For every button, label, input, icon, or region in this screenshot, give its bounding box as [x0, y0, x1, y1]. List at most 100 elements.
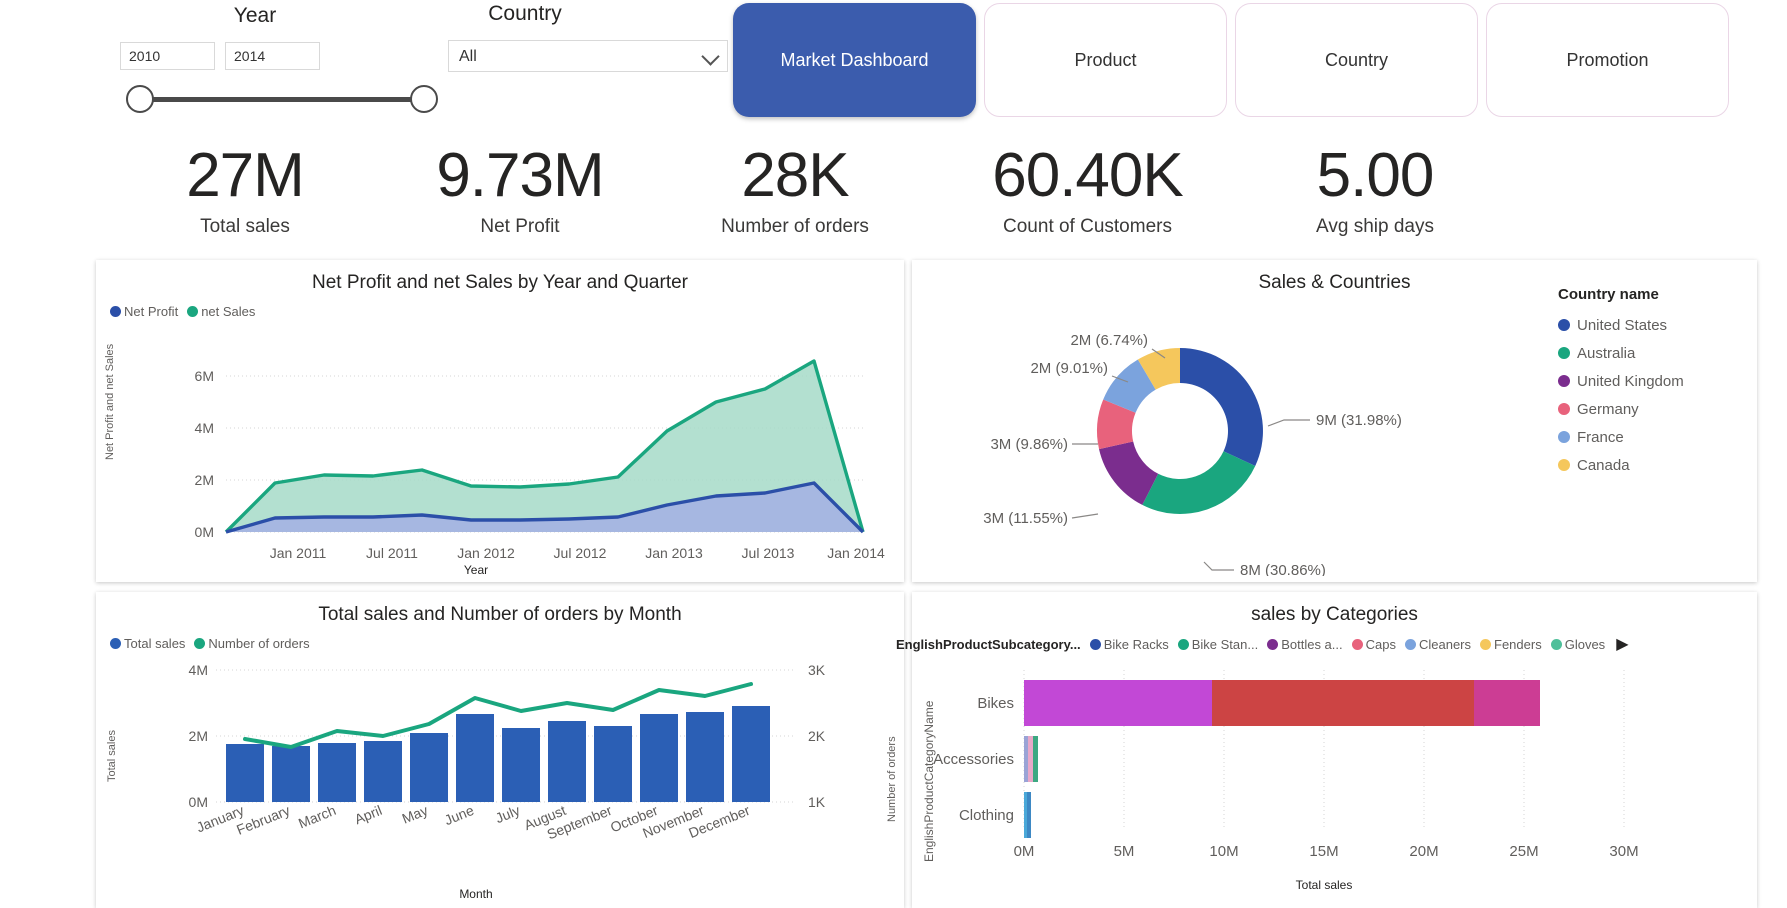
legend-item-total-sales[interactable]: Total sales [110, 636, 185, 651]
legend-swatch [1267, 638, 1279, 650]
categories-chart-x-axis-title: Total sales [1295, 878, 1353, 892]
donut-legend-title: Country name [1558, 286, 1659, 303]
area-chart-title: Net Profit and net Sales by Year and Qua… [311, 272, 688, 293]
kpi-number-of-orders[interactable]: 28K Number of orders [670, 140, 920, 238]
legend-item-united-kingdom[interactable]: United Kingdom [1558, 367, 1684, 395]
legend-item-fenders[interactable]: Fenders [1480, 637, 1542, 652]
donut-label-united-kingdom: 3M (11.55%) [983, 510, 1068, 527]
legend-next-arrow-icon[interactable]: ▶ [1616, 634, 1628, 654]
month-chart-legend: Total sales Number of orders [110, 636, 316, 651]
tab-label: Product [1074, 49, 1137, 70]
categories-chart-title: sales by Categories [1251, 604, 1418, 625]
legend-swatch [1558, 459, 1570, 471]
legend-label: Bike Racks [1103, 636, 1169, 652]
kpi-label: Count of Customers [1003, 216, 1172, 237]
country-select[interactable]: All [448, 40, 728, 72]
donut-label-canada: 2M (6.74%) [1070, 332, 1148, 349]
legend-swatch [1177, 638, 1189, 650]
svg-text:0M: 0M [1014, 843, 1035, 860]
year-slider-handle-min[interactable] [126, 85, 154, 113]
area-chart-svg: 6M 4M 2M 0M Jan 2011 Jul 2011 Jan 2012 J… [195, 359, 885, 561]
area-chart-legend: Net Profit net Sales [110, 304, 261, 319]
stacked-bar-bikes [1024, 680, 1540, 726]
kpi-value: 28K [741, 141, 849, 210]
donut-slice-united-states [1180, 348, 1263, 466]
svg-text:April: April [352, 802, 384, 827]
tab-label: Market Dashboard [780, 49, 929, 70]
category-label-clothing: Clothing [959, 807, 1014, 824]
svg-text:30M: 30M [1609, 843, 1638, 860]
stacked-bar-accessories [1024, 736, 1038, 782]
legend-item-number-of-orders[interactable]: Number of orders [194, 636, 310, 651]
svg-text:5M: 5M [1114, 843, 1135, 860]
svg-text:2K: 2K [808, 728, 826, 744]
categories-chart-panel: sales by Categories EnglishProductSubcat… [896, 592, 1757, 908]
month-chart-panel: Total sales and Number of orders by Mont… [96, 592, 904, 908]
tab-promotion[interactable]: Promotion [1486, 3, 1729, 117]
month-chart-title: Total sales and Number of orders by Mont… [318, 604, 682, 625]
legend-item-caps[interactable]: Caps [1351, 636, 1396, 652]
year-to-input[interactable] [225, 42, 320, 70]
legend-swatch [194, 638, 206, 649]
svg-text:0M: 0M [189, 794, 208, 810]
legend-item-cleaners[interactable]: Cleaners [1404, 636, 1472, 652]
svg-text:20M: 20M [1409, 843, 1438, 860]
kpi-value: 60.40K [992, 141, 1184, 210]
svg-text:0M: 0M [195, 524, 214, 540]
legend-item-germany[interactable]: Germany [1558, 395, 1684, 423]
legend-swatch [1558, 403, 1570, 415]
kpi-value: 9.73M [436, 141, 604, 210]
kpi-value: 5.00 [1316, 141, 1435, 210]
legend-item-canada[interactable]: Canada [1558, 451, 1684, 479]
kpi-net-profit[interactable]: 9.73M Net Profit [395, 140, 645, 238]
tab-label: Country [1324, 49, 1389, 70]
legend-label: net Sales [201, 304, 256, 319]
legend-item-net-sales[interactable]: net Sales [187, 304, 255, 319]
svg-text:Jul 2011: Jul 2011 [366, 545, 418, 561]
tab-country[interactable]: Country [1235, 3, 1478, 117]
legend-item-gloves[interactable]: Gloves [1550, 636, 1606, 652]
legend-label: Germany [1577, 400, 1639, 418]
legend-label: Number of orders [208, 636, 310, 651]
svg-text:July: July [493, 802, 522, 826]
year-from-input[interactable] [120, 42, 215, 70]
legend-item-united-states[interactable]: United States [1558, 311, 1684, 339]
kpi-count-of-customers[interactable]: 60.40K Count of Customers [945, 140, 1230, 238]
legend-swatch [1089, 638, 1101, 650]
year-range-slider-track[interactable] [140, 97, 425, 102]
svg-text:10M: 10M [1209, 843, 1238, 860]
tab-product[interactable]: Product [984, 3, 1227, 117]
legend-item-australia[interactable]: Australia [1558, 339, 1684, 367]
legend-label: Gloves [1564, 636, 1606, 652]
kpi-avg-ship-days[interactable]: 5.00 Avg ship days [1250, 140, 1500, 238]
legend-item-bottles-and-cages[interactable]: Bottles a... [1267, 637, 1343, 652]
svg-text:4M: 4M [189, 662, 208, 678]
kpi-total-sales[interactable]: 27M Total sales [120, 140, 370, 238]
tab-label: Promotion [1566, 49, 1649, 70]
tab-market-dashboard[interactable]: Market Dashboard [733, 3, 976, 117]
legend-label: United Kingdom [1577, 372, 1684, 390]
svg-text:June: June [442, 802, 476, 828]
donut-chart-legend: Country name United States Australia Uni… [1558, 286, 1684, 479]
legend-swatch [1558, 375, 1570, 387]
legend-label: United States [1577, 316, 1668, 334]
legend-swatch [1558, 347, 1570, 359]
kpi-label: Total sales [200, 216, 290, 237]
kpi-value: 27M [186, 141, 305, 210]
area-chart-x-axis-title: Year [463, 563, 489, 577]
legend-swatch [187, 306, 199, 317]
legend-item-bike-racks[interactable]: Bike Racks [1089, 636, 1169, 652]
legend-item-bike-stands[interactable]: Bike Stan... [1177, 637, 1258, 652]
donut-label-australia: 8M (30.86%) [1240, 562, 1326, 576]
legend-label: Caps [1365, 636, 1396, 652]
legend-item-net-profit[interactable]: Net Profit [110, 304, 178, 319]
year-slider-handle-max[interactable] [410, 85, 438, 113]
area-chart-panel: Net Profit and net Sales by Year and Qua… [96, 260, 904, 582]
filter-toolbar: Year Country All Market Dashboard Produc… [0, 0, 1787, 122]
legend-item-france[interactable]: France [1558, 423, 1684, 451]
svg-text:15M: 15M [1309, 843, 1338, 860]
donut-label-germany: 3M (9.86%) [990, 436, 1068, 453]
categories-legend-title: EnglishProductSubcategory... [896, 636, 1081, 652]
legend-label: Cleaners [1418, 636, 1472, 652]
legend-label: Total sales [124, 636, 186, 651]
